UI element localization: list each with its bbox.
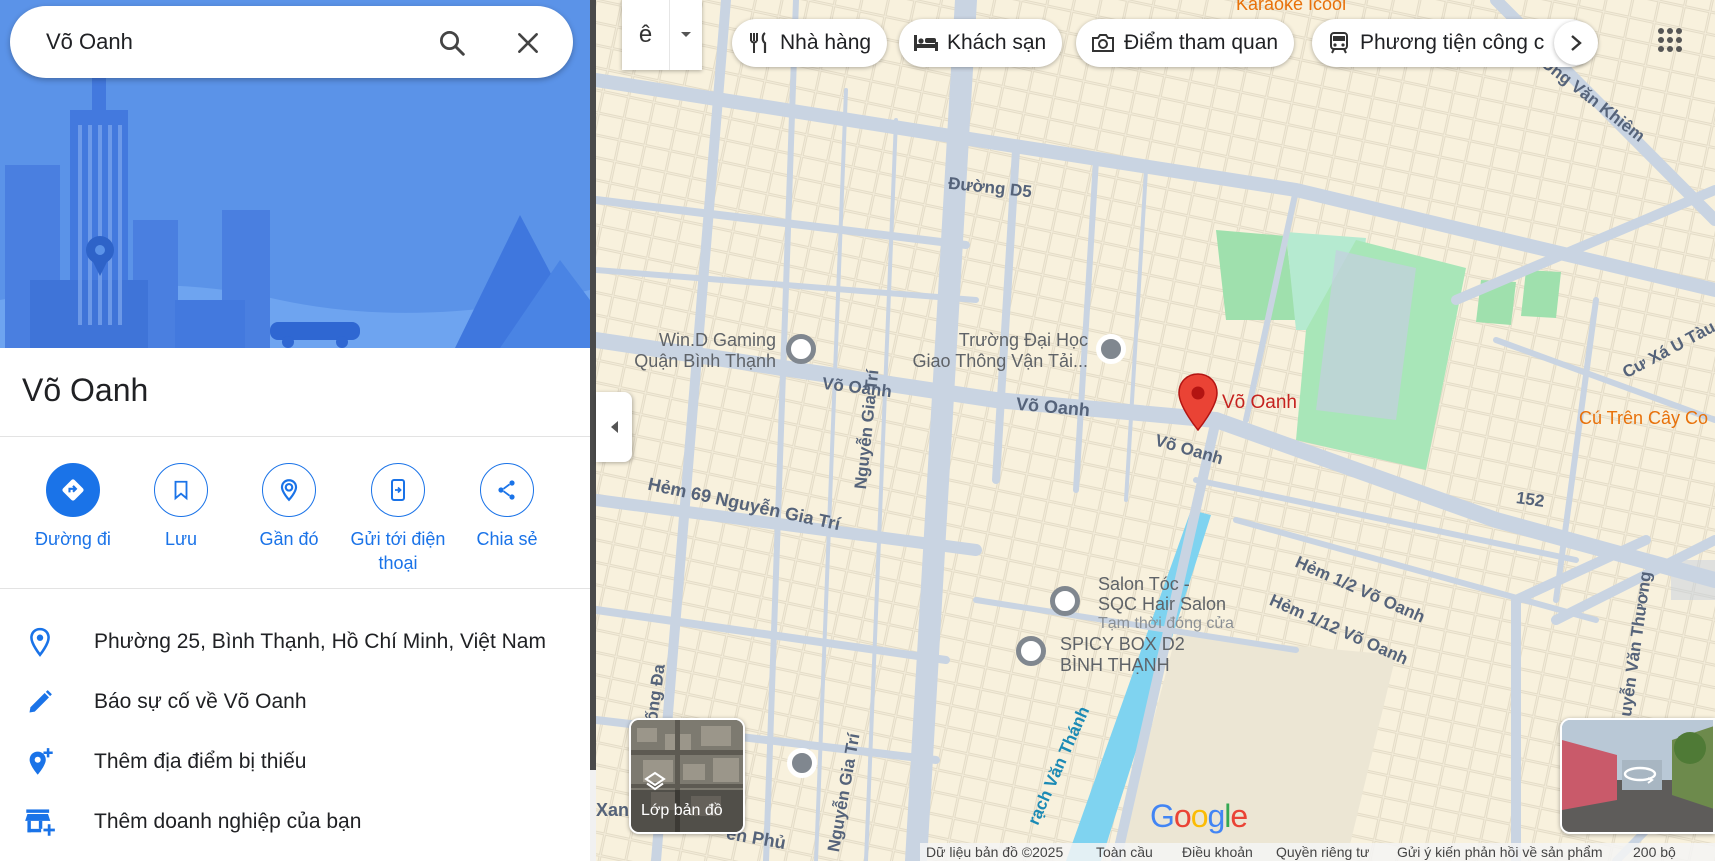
chip-hotels[interactable]: Khách sạn bbox=[899, 19, 1063, 67]
ime-label: ê bbox=[622, 0, 670, 70]
share-icon bbox=[480, 463, 534, 517]
school-icon[interactable] bbox=[1096, 334, 1126, 364]
map-footer: Dữ liệu bản đồ ©2025 Toàn cầu Điều khoản… bbox=[920, 843, 1715, 861]
poi-label-line: Quận Bình Thạnh bbox=[634, 351, 776, 371]
poi-label[interactable]: Trường Đại Học Giao Thông Vận Tải... bbox=[864, 330, 1088, 372]
layers-label: Lớp bản đồ bbox=[641, 802, 723, 819]
feedback-link[interactable]: Gửi ý kiến phản hồi về sản phẩm bbox=[1397, 844, 1603, 860]
divider bbox=[0, 588, 590, 589]
apps-grid-icon[interactable] bbox=[1650, 20, 1690, 60]
chip-label: Phương tiện công c bbox=[1360, 31, 1545, 54]
google-logo: Google bbox=[1150, 798, 1248, 834]
share-button[interactable]: Chia sẻ bbox=[452, 460, 562, 551]
google-maps-window: Võ Oanh Đường đi Lưu Gần đó bbox=[0, 0, 1715, 861]
nearby-label: Gần đó bbox=[259, 529, 319, 549]
report-issue-row[interactable]: Báo sự cố về Võ Oanh bbox=[0, 674, 590, 730]
transit-icon bbox=[1326, 30, 1352, 56]
chevron-down-icon[interactable] bbox=[670, 0, 702, 70]
bookmark-icon bbox=[154, 463, 208, 517]
poi-label-line: BÌNH THẠNH bbox=[1060, 655, 1170, 675]
chip-label: Điểm tham quan bbox=[1124, 31, 1279, 54]
place-title: Võ Oanh bbox=[22, 372, 149, 408]
rotate-360-icon bbox=[1622, 762, 1658, 791]
layers-button[interactable]: Lớp bản đồ bbox=[629, 718, 745, 834]
school-icon[interactable] bbox=[787, 748, 817, 778]
poi-label-line: Salon Tóc - bbox=[1098, 574, 1190, 594]
poi-label[interactable]: Cú Trên Cây Co bbox=[1579, 408, 1708, 429]
add-business-icon bbox=[24, 806, 56, 838]
directions-label: Đường đi bbox=[35, 529, 111, 549]
send-to-phone-icon bbox=[371, 463, 425, 517]
place-panel: Võ Oanh Đường đi Lưu Gần đó bbox=[0, 0, 590, 861]
input-tools-button[interactable]: ê bbox=[622, 0, 702, 70]
chip-transit[interactable]: Phương tiện công c bbox=[1312, 19, 1594, 67]
nearby-button[interactable]: Gần đó bbox=[234, 460, 344, 551]
add-business-text: Thêm doanh nghiệp của bạn bbox=[94, 810, 362, 833]
chip-attractions[interactable]: Điểm tham quan bbox=[1076, 19, 1295, 67]
pin-label: Võ Oanh bbox=[1222, 392, 1297, 413]
scale-label[interactable]: 200 bộ bbox=[1633, 844, 1676, 860]
poi-marker[interactable] bbox=[1016, 636, 1046, 666]
pencil-icon bbox=[24, 686, 56, 718]
poi-label-line: SQC Hair Salon bbox=[1098, 594, 1227, 614]
search-icon[interactable] bbox=[435, 26, 469, 60]
global-link[interactable]: Toàn cầu bbox=[1096, 844, 1153, 860]
camera-icon bbox=[1090, 30, 1116, 56]
report-issue-text: Báo sự cố về Võ Oanh bbox=[94, 690, 307, 713]
add-location-icon bbox=[24, 746, 56, 778]
chevron-left-icon bbox=[611, 421, 618, 433]
poi-label-line: Trường Đại Học bbox=[958, 330, 1088, 350]
street-label: 152 bbox=[1514, 488, 1546, 511]
add-missing-place-row[interactable]: Thêm địa điểm bị thiếu bbox=[0, 734, 590, 790]
close-icon[interactable] bbox=[511, 26, 545, 60]
privacy-link[interactable]: Quyền riêng tư bbox=[1276, 844, 1369, 860]
chip-label: Nhà hàng bbox=[780, 31, 872, 54]
poi-label[interactable]: Karaoke Icool bbox=[1236, 0, 1346, 15]
share-label: Chia sẻ bbox=[476, 529, 538, 549]
poi-label[interactable]: Win.D Gaming Quận Bình Thạnh bbox=[616, 330, 776, 372]
directions-icon bbox=[46, 463, 100, 517]
poi-label[interactable]: SPICY BOX D2 BÌNH THẠNH bbox=[1060, 634, 1185, 676]
terms-link[interactable]: Điều khoản bbox=[1182, 844, 1253, 860]
poi-label-line: Giao Thông Vận Tải... bbox=[912, 351, 1088, 371]
add-business-row[interactable]: Thêm doanh nghiệp của bạn bbox=[0, 794, 590, 850]
send-to-phone-button[interactable]: Gửi tới điện thoại bbox=[343, 460, 453, 575]
restaurant-icon bbox=[746, 30, 772, 56]
layers-icon bbox=[643, 770, 667, 799]
poi-label-line: Win.D Gaming bbox=[658, 330, 776, 350]
chevron-right-icon[interactable] bbox=[1554, 21, 1598, 65]
poi-marker[interactable] bbox=[1050, 586, 1080, 616]
action-buttons: Đường đi Lưu Gần đó Gửi tới điện thoại C… bbox=[18, 460, 578, 580]
street-label: Xan bbox=[596, 800, 630, 820]
street-view-thumbnail[interactable] bbox=[1560, 718, 1715, 834]
search-input[interactable] bbox=[46, 26, 406, 58]
collapse-panel-button[interactable] bbox=[596, 392, 632, 462]
chip-label: Khách sạn bbox=[947, 31, 1047, 54]
poi-label[interactable]: Salon Tóc - SQC Hair Salon Tạm thời đóng… bbox=[1098, 574, 1234, 634]
save-label: Lưu bbox=[164, 529, 198, 549]
save-button[interactable]: Lưu bbox=[126, 460, 236, 551]
chip-restaurants[interactable]: Nhà hàng bbox=[732, 19, 888, 67]
add-missing-place-text: Thêm địa điểm bị thiếu bbox=[94, 750, 307, 773]
map-canvas[interactable]: Đường D5 Võ Oanh Võ Oanh Võ Oanh Hẻm 69 … bbox=[596, 0, 1715, 861]
directions-button[interactable]: Đường đi bbox=[18, 460, 128, 551]
place-pin-icon[interactable] bbox=[1176, 372, 1220, 434]
address-text: Phường 25, Bình Thạnh, Hồ Chí Minh, Việt… bbox=[94, 630, 546, 653]
divider bbox=[0, 436, 590, 437]
search-box bbox=[10, 6, 573, 78]
poi-label-line: SPICY BOX D2 bbox=[1060, 634, 1185, 654]
poi-status: Tạm thời đóng cửa bbox=[1098, 615, 1234, 632]
map-data-attribution: Dữ liệu bản đồ ©2025 bbox=[926, 844, 1064, 860]
location-pin-icon bbox=[24, 626, 56, 658]
poi-marker[interactable] bbox=[786, 334, 816, 364]
nearby-icon bbox=[262, 463, 316, 517]
send-to-phone-label: Gửi tới điện thoại bbox=[350, 529, 446, 573]
hotel-icon bbox=[913, 30, 939, 56]
address-row[interactable]: Phường 25, Bình Thạnh, Hồ Chí Minh, Việt… bbox=[0, 614, 590, 670]
